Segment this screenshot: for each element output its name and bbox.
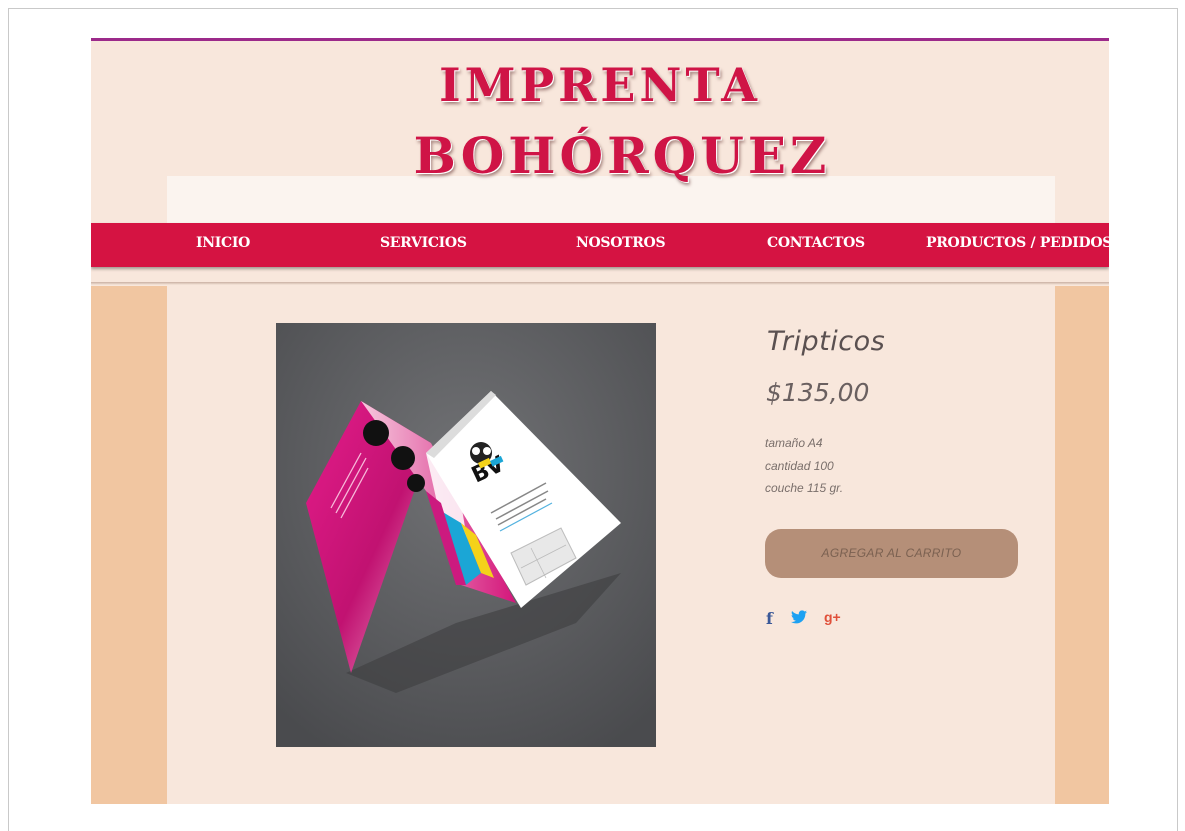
nav-item-productos-pedidos[interactable]: PRODUCTOS / PEDIDOS [926,235,1109,251]
main-nav: INICIO SERVICIOS NOSOTROS CONTACTOS PROD… [91,223,1109,267]
product-name: Tripticos [767,326,886,357]
product-detail-size: tamaño A4 [765,436,823,450]
site-title-line2: BOHÓRQUEZ [413,126,831,185]
facebook-icon[interactable]: f [766,609,773,628]
site-title-line1: IMPRENTA [439,58,761,112]
add-to-cart-button[interactable]: AGREGAR AL CARRITO [765,529,1018,578]
product-price: $135,00 [766,378,870,407]
twitter-icon[interactable] [791,610,807,629]
site-page: IMPRENTA BOHÓRQUEZ INICIO SERVICIOS NOSO… [91,38,1109,804]
nav-item-inicio[interactable]: INICIO [196,235,250,251]
product-image[interactable]: BV [276,323,656,747]
nav-item-nosotros[interactable]: NOSOTROS [576,235,666,251]
product-detail-quantity: cantidad 100 [765,459,834,473]
googleplus-icon[interactable]: g+ [824,609,841,625]
nav-item-servicios[interactable]: SERVICIOS [380,235,467,251]
nav-divider [91,282,1109,285]
product-detail-paper: couche 115 gr. [765,481,844,495]
nav-item-contactos[interactable]: CONTACTOS [767,235,865,251]
